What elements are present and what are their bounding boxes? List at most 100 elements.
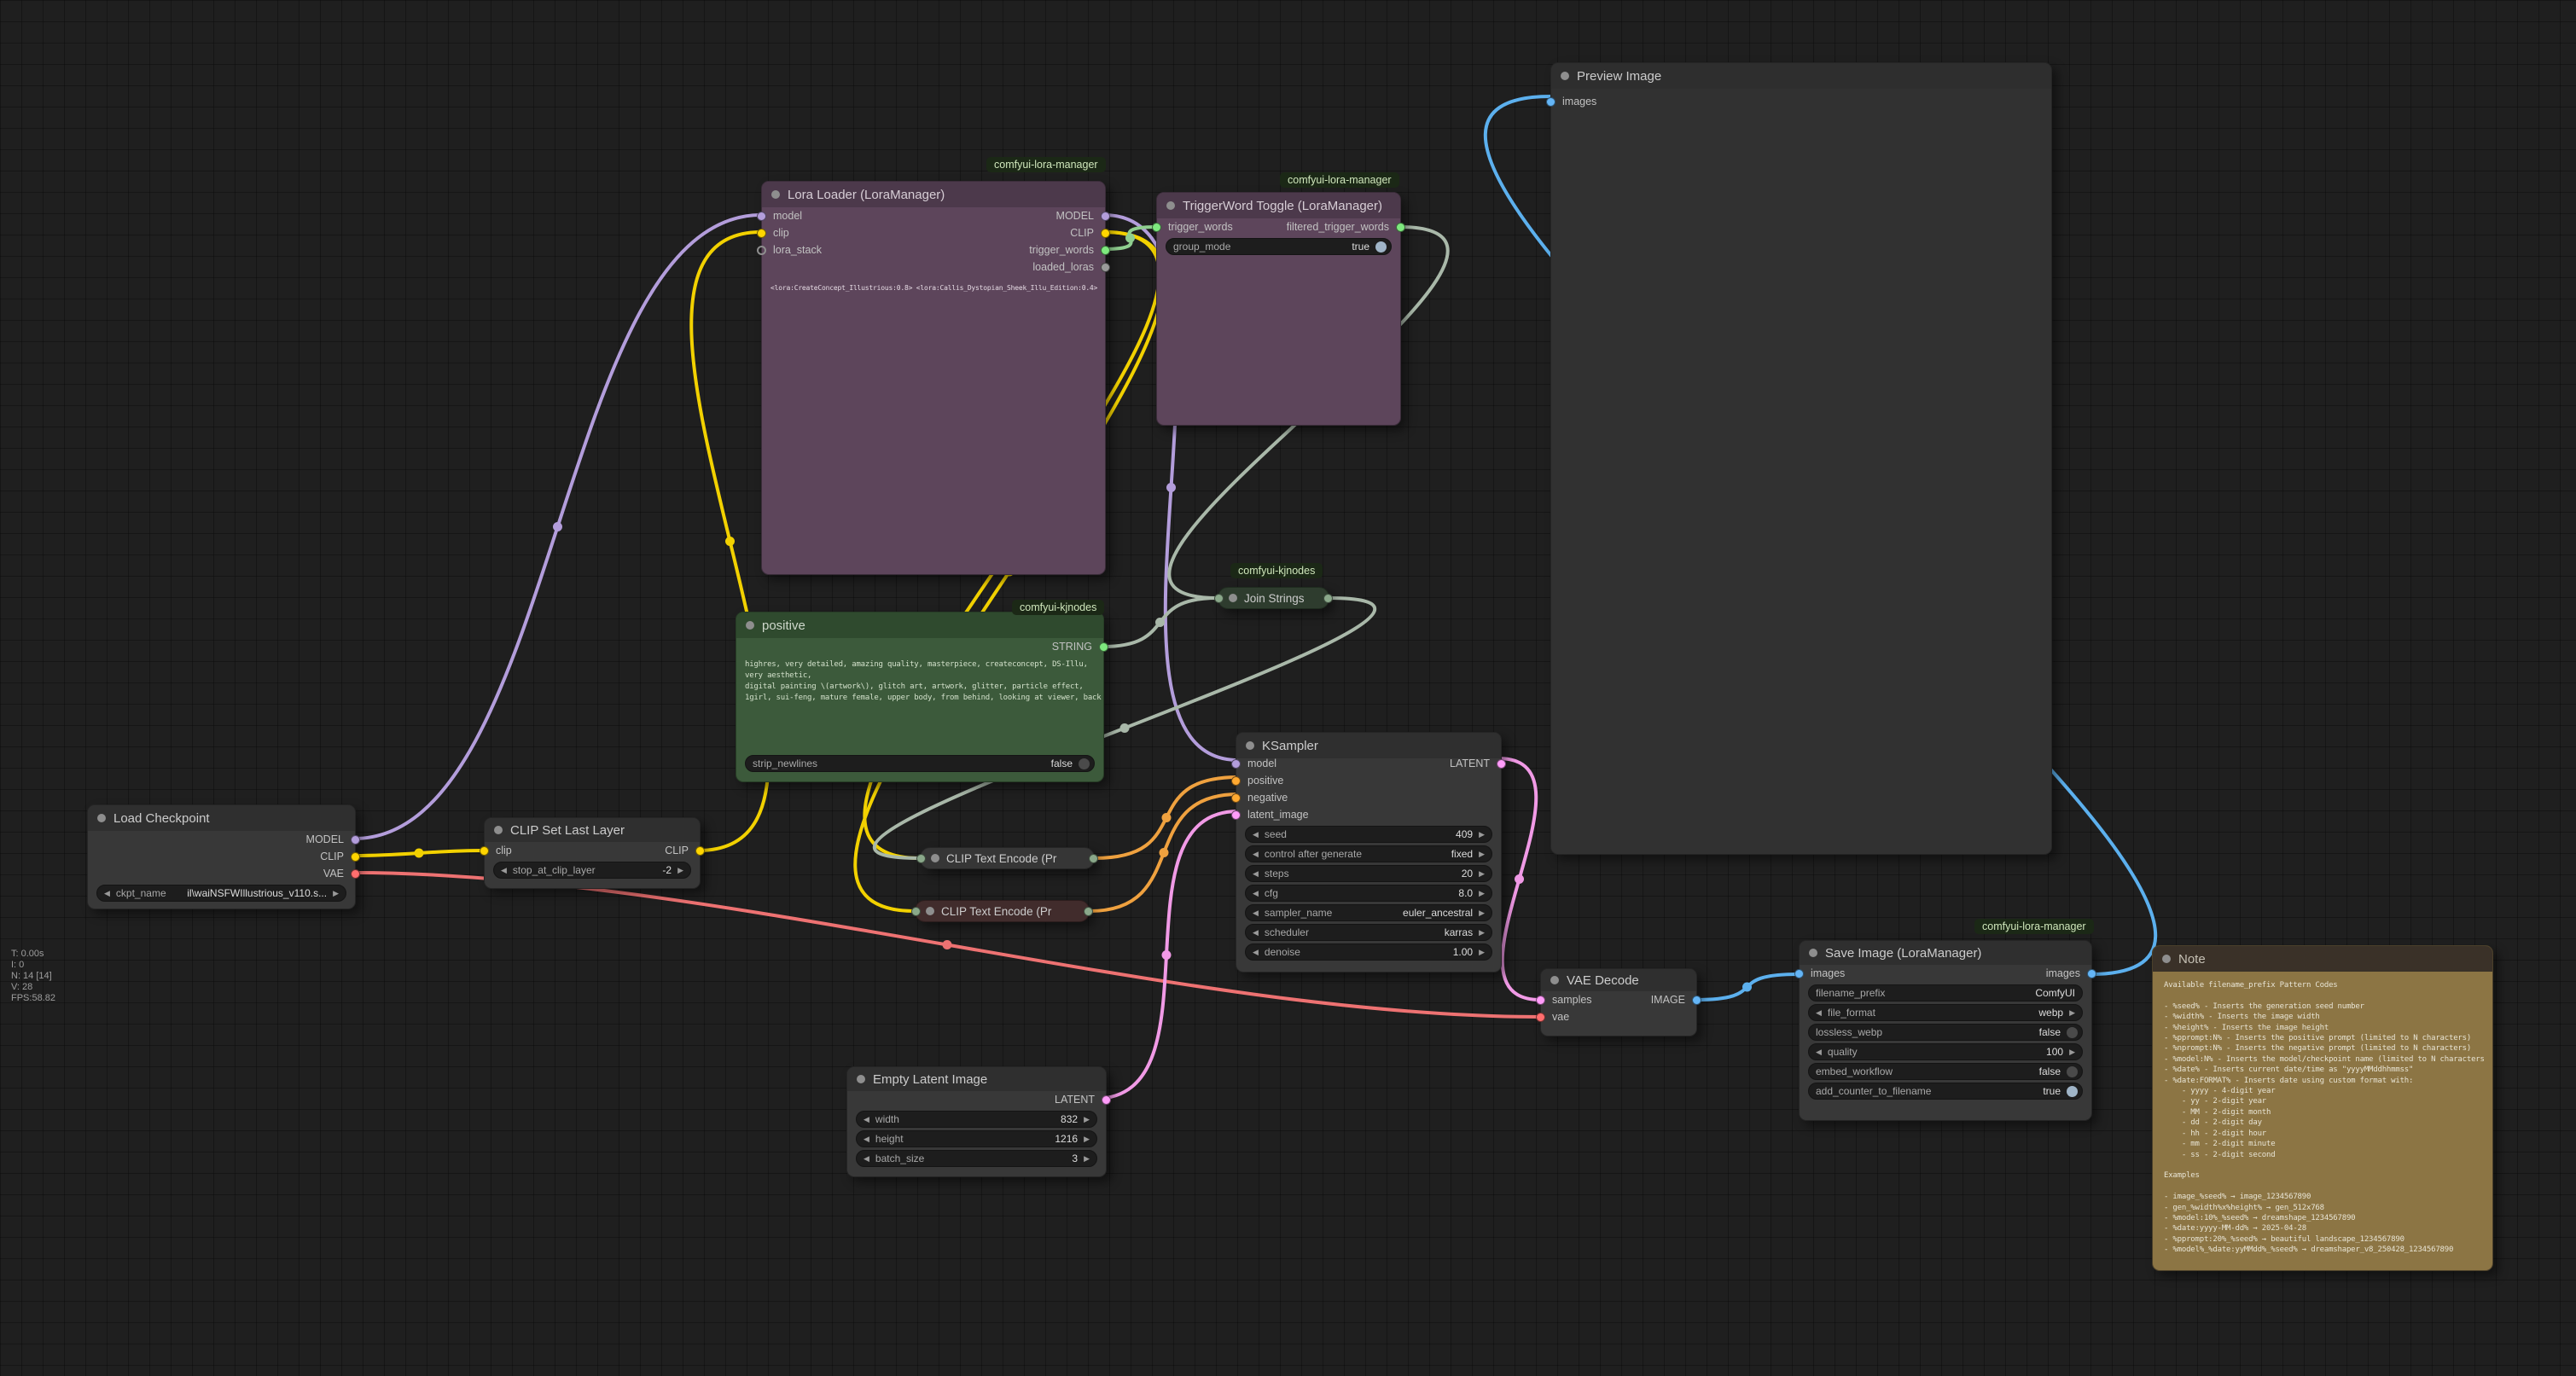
batch-size-widget[interactable]: ◀batch_size3▶ — [856, 1150, 1097, 1167]
port-dot[interactable] — [1101, 229, 1110, 238]
link-midpoint-dot[interactable] — [1515, 874, 1524, 884]
port-dot[interactable] — [1101, 246, 1110, 255]
link-midpoint-dot[interactable] — [1155, 618, 1165, 627]
increment-arrow-icon[interactable]: ▶ — [2069, 1048, 2075, 1056]
node-save-image[interactable]: Save Image (LoraManager) images images f… — [1799, 940, 2092, 1121]
port-dot[interactable] — [1152, 223, 1161, 232]
link-midpoint-dot[interactable] — [943, 940, 952, 949]
link-midpoint-dot[interactable] — [553, 522, 562, 531]
decrement-arrow-icon[interactable]: ◀ — [864, 1135, 869, 1143]
input-port-latent-image[interactable]: latent_image — [1236, 809, 1309, 821]
node-join-strings[interactable]: Join Strings — [1218, 587, 1329, 609]
link-midpoint-dot[interactable] — [1166, 483, 1176, 492]
decrement-arrow-icon[interactable]: ◀ — [1253, 929, 1259, 937]
node-titlebar[interactable]: Save Image (LoraManager) — [1800, 941, 2091, 965]
quality-widget[interactable]: ◀quality100▶ — [1808, 1043, 2083, 1060]
increment-arrow-icon[interactable]: ▶ — [1479, 831, 1485, 839]
port-dot[interactable] — [757, 212, 766, 221]
toggle-knob[interactable] — [2067, 1027, 2078, 1038]
port-dot[interactable] — [351, 852, 360, 862]
node-titlebar[interactable]: Load Checkpoint — [88, 805, 355, 831]
group-mode-toggle[interactable]: group_mode true — [1166, 238, 1392, 255]
increment-arrow-icon[interactable]: ▶ — [1084, 1135, 1090, 1143]
input-port-model[interactable]: model — [1236, 758, 1276, 769]
increment-arrow-icon[interactable]: ▶ — [1084, 1116, 1090, 1123]
node-clip-set-last-layer[interactable]: CLIP Set Last Layer clip CLIP ◀ stop_at_… — [484, 817, 701, 889]
output-port-loaded-loras[interactable]: loaded_loras — [1032, 261, 1105, 273]
output-port-images[interactable]: images — [2046, 967, 2091, 979]
port-dot[interactable] — [757, 246, 766, 255]
link-midpoint-dot[interactable] — [1742, 983, 1752, 992]
increment-arrow-icon[interactable]: ▶ — [677, 867, 683, 874]
port-dot[interactable] — [1536, 996, 1545, 1005]
output-port-vae[interactable]: VAE — [323, 868, 355, 880]
port-dot[interactable] — [757, 229, 766, 238]
node-ksampler[interactable]: KSampler model LATENT positive negative … — [1236, 732, 1502, 972]
decrement-arrow-icon[interactable]: ◀ — [1816, 1048, 1822, 1056]
collapse-dot-icon[interactable] — [926, 907, 934, 915]
port-dot[interactable] — [1231, 810, 1241, 820]
collapse-dot-icon[interactable] — [1246, 741, 1254, 750]
node-titlebar[interactable]: Empty Latent Image — [847, 1067, 1106, 1091]
link-midpoint-dot[interactable] — [415, 849, 424, 858]
node-empty-latent-image[interactable]: Empty Latent Image LATENT ◀width832▶ ◀he… — [846, 1066, 1107, 1177]
decrement-arrow-icon[interactable]: ◀ — [104, 890, 110, 897]
output-port-image[interactable]: IMAGE — [1651, 994, 1696, 1006]
note-textarea[interactable]: Available filename_prefix Pattern Codes … — [2164, 980, 2486, 1263]
collapse-dot-icon[interactable] — [97, 814, 106, 822]
port-dot[interactable] — [1231, 759, 1241, 769]
port-dot[interactable] — [911, 907, 921, 916]
port-dot[interactable] — [1323, 594, 1333, 603]
lora-syntax-text[interactable]: <lora:CreateConcept_Illustrious:0.8> <lo… — [770, 284, 1102, 292]
port-dot[interactable] — [351, 869, 360, 879]
sampler-name-widget[interactable]: ◀sampler_nameeuler_ancestral▶ — [1245, 904, 1492, 921]
increment-arrow-icon[interactable]: ▶ — [2069, 1009, 2075, 1017]
decrement-arrow-icon[interactable]: ◀ — [1253, 909, 1259, 917]
output-port-filtered-trigger-words[interactable]: filtered_trigger_words — [1287, 221, 1400, 233]
node-vae-decode[interactable]: VAE Decode samples IMAGE vae — [1540, 968, 1697, 1036]
collapse-dot-icon[interactable] — [931, 854, 939, 862]
link-midpoint-dot[interactable] — [1160, 848, 1169, 857]
input-port-positive[interactable]: positive — [1236, 775, 1283, 787]
port-dot[interactable] — [1089, 854, 1098, 863]
link-midpoint-dot[interactable] — [725, 537, 735, 546]
port-dot[interactable] — [1536, 1013, 1545, 1022]
increment-arrow-icon[interactable]: ▶ — [1479, 851, 1485, 858]
port-dot[interactable] — [1794, 969, 1804, 978]
decrement-arrow-icon[interactable]: ◀ — [1253, 851, 1259, 858]
input-port-vae[interactable]: vae — [1541, 1011, 1569, 1023]
node-note[interactable]: Note Available filename_prefix Pattern C… — [2152, 945, 2493, 1271]
node-load-checkpoint[interactable]: Load Checkpoint MODEL CLIP VAE ◀ ckpt_na… — [87, 804, 356, 909]
input-port-images[interactable]: images — [1551, 96, 1596, 107]
denoise-widget[interactable]: ◀denoise1.00▶ — [1245, 943, 1492, 961]
node-preview-image[interactable]: Preview Image images — [1550, 62, 2052, 855]
collapse-dot-icon[interactable] — [857, 1075, 865, 1083]
output-port-model[interactable]: MODEL — [1056, 210, 1105, 222]
collapse-dot-icon[interactable] — [1166, 201, 1175, 210]
output-port-model[interactable]: MODEL — [306, 833, 355, 845]
port-dot[interactable] — [1231, 793, 1241, 803]
node-titlebar[interactable]: CLIP Set Last Layer — [485, 818, 700, 842]
steps-widget[interactable]: ◀steps20▶ — [1245, 865, 1492, 882]
increment-arrow-icon[interactable]: ▶ — [1479, 909, 1485, 917]
port-dot[interactable] — [351, 835, 360, 845]
collapse-dot-icon[interactable] — [2162, 955, 2171, 963]
node-titlebar[interactable]: Preview Image — [1551, 63, 2051, 89]
decrement-arrow-icon[interactable]: ◀ — [1253, 870, 1259, 878]
increment-arrow-icon[interactable]: ▶ — [1479, 870, 1485, 878]
output-port-latent[interactable]: LATENT — [1450, 758, 1501, 769]
strip-newlines-toggle[interactable]: strip_newlines false — [745, 755, 1095, 772]
collapse-dot-icon[interactable] — [1550, 976, 1559, 984]
link-midpoint-dot[interactable] — [1162, 950, 1172, 960]
control-after-generate-widget[interactable]: ◀control after generatefixed▶ — [1245, 845, 1492, 862]
port-dot[interactable] — [1101, 212, 1110, 221]
node-titlebar[interactable]: positive — [736, 613, 1103, 638]
port-dot[interactable] — [1102, 1095, 1111, 1105]
lossless-webp-toggle[interactable]: lossless_webpfalse — [1808, 1024, 2083, 1041]
link-midpoint-dot[interactable] — [1162, 813, 1172, 822]
node-lora-loader[interactable]: Lora Loader (LoraManager) model MODEL cl… — [761, 181, 1106, 575]
collapse-dot-icon[interactable] — [1809, 949, 1817, 957]
input-port-trigger-words[interactable]: trigger_words — [1157, 221, 1233, 233]
collapse-dot-icon[interactable] — [1229, 594, 1237, 602]
port-dot[interactable] — [1084, 907, 1093, 916]
